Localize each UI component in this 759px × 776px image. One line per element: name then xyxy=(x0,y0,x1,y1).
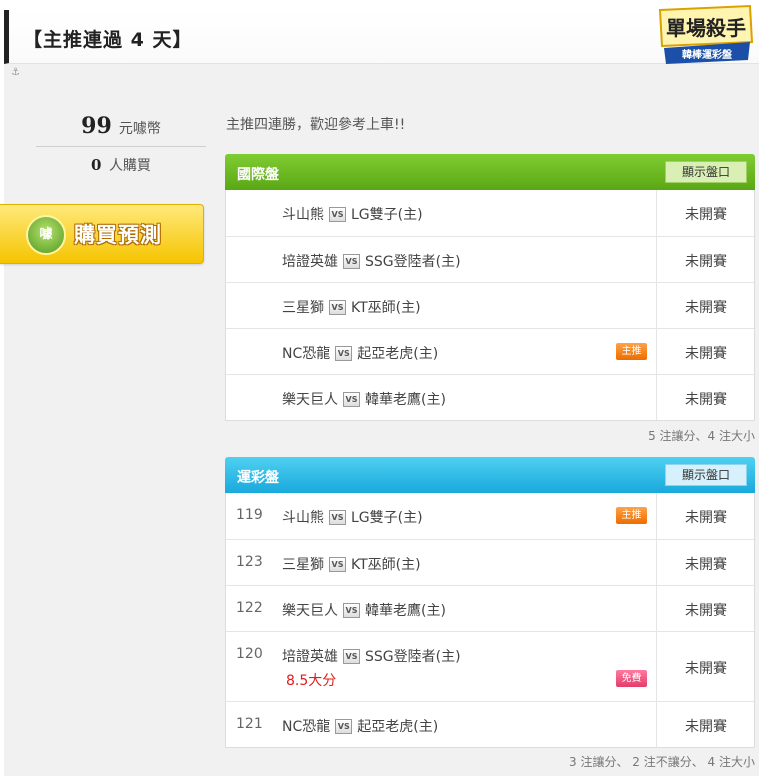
show-odds-button[interactable]: 顯示盤口 xyxy=(665,464,747,486)
vs-icon: VS xyxy=(343,392,360,407)
handicap-pick: 8.5大分 xyxy=(286,673,337,689)
buyer-count-value: 0 xyxy=(91,156,102,174)
away-team: 樂天巨人 xyxy=(282,392,338,408)
panel-header: 國際盤 顯示盤口 xyxy=(225,154,755,190)
home-team: SSG登陸者(主) xyxy=(365,649,461,665)
match-status: 未開賽 xyxy=(685,207,727,223)
international-summary: 5 注讓分、4 注大小 xyxy=(648,429,755,443)
prediction-intro: 主推四連勝，歡迎參考上車!! xyxy=(226,117,406,133)
main-pick-badge: 主推 xyxy=(616,507,647,524)
match-row: 119 斗山熊 VS LG雙子(主) 主推 未開賽 xyxy=(226,493,754,539)
price: 99 元噱幣 xyxy=(36,113,206,139)
away-team: 三星獅 xyxy=(282,557,324,573)
vs-icon: VS xyxy=(329,207,346,222)
page-title: 【主推連過 4 天】 xyxy=(23,29,193,51)
matchup: NC恐龍 VS 起亞老虎(主) xyxy=(282,716,438,736)
vs-icon: VS xyxy=(329,510,346,525)
sports-lottery-summary: 3 注讓分、 2 注不讓分、 4 注大小 xyxy=(569,755,755,769)
vs-icon: VS xyxy=(343,603,360,618)
international-odds-panel: 國際盤 顯示盤口 斗山熊 VS LG雙子(主) 未開賽 培證英雄 VS SSG登陸者(主… xyxy=(225,154,755,421)
vs-icon: VS xyxy=(329,300,346,315)
match-row: 120 培證英雄 VS SSG登陸者(主) 8.5大分 免費 未開賽 xyxy=(226,631,754,701)
matchup: 三星獅 VS KT巫師(主) xyxy=(282,554,421,574)
match-row: 三星獅 VS KT巫師(主) 未開賽 xyxy=(226,282,754,328)
match-status: 未開賽 xyxy=(685,346,727,362)
match-status: 未開賽 xyxy=(685,510,727,526)
match-row: 121 NC恐龍 VS 起亞老虎(主) 未開賽 xyxy=(226,701,754,747)
buy-prediction-label: 購買預測 xyxy=(74,223,162,247)
page-header: 【主推連過 4 天】 單場殺手 韓棒運彩盤 xyxy=(0,0,759,66)
price-unit: 元噱幣 xyxy=(118,121,161,137)
match-status: 未開賽 xyxy=(685,392,727,408)
home-team: 韓華老鷹(主) xyxy=(365,603,446,619)
match-list: 119 斗山熊 VS LG雙子(主) 主推 未開賽 123 三星獅 VS KT巫師(主)… xyxy=(225,493,755,748)
match-row: NC恐龍 VS 起亞老虎(主) 主推 未開賽 xyxy=(226,328,754,374)
sports-lottery-panel: 運彩盤 顯示盤口 119 斗山熊 VS LG雙子(主) 主推 未開賽 123 三星獅… xyxy=(225,457,755,748)
matchup: 樂天巨人 VS 韓華老鷹(主) xyxy=(282,600,446,620)
home-team: LG雙子(主) xyxy=(351,510,423,526)
match-number: 121 xyxy=(236,716,263,732)
buyer-count: 0 人購買 xyxy=(36,155,206,175)
price-value: 99 xyxy=(81,113,112,139)
away-team: NC恐龍 xyxy=(282,346,331,362)
home-team: 起亞老虎(主) xyxy=(357,719,439,735)
coin-icon: 噱 xyxy=(26,215,66,255)
buyer-count-unit: 人購買 xyxy=(108,158,151,174)
matchup: 培證英雄 VS SSG登陸者(主) xyxy=(282,251,461,271)
title-bar: 【主推連過 4 天】 xyxy=(4,10,759,64)
vs-icon: VS xyxy=(335,719,353,734)
vs-icon: VS xyxy=(343,254,360,269)
matchup: 斗山熊 VS LG雙子(主) xyxy=(282,507,423,527)
vs-icon: VS xyxy=(335,346,353,361)
home-team: LG雙子(主) xyxy=(351,207,423,223)
vs-icon: VS xyxy=(343,649,360,664)
anchor-icon[interactable]: ⚓ xyxy=(11,67,20,78)
away-team: 三星獅 xyxy=(282,300,324,316)
home-team: KT巫師(主) xyxy=(351,300,421,316)
free-badge: 免費 xyxy=(616,670,647,687)
svg-text:韓棒運彩盤: 韓棒運彩盤 xyxy=(682,48,733,61)
buy-prediction-button[interactable]: 噱 購買預測 xyxy=(0,204,204,264)
away-team: 培證英雄 xyxy=(282,649,338,665)
away-team: 斗山熊 xyxy=(282,207,324,223)
match-number: 119 xyxy=(236,507,263,523)
matchup: NC恐龍 VS 起亞老虎(主) xyxy=(282,343,438,363)
main-pick-badge: 主推 xyxy=(616,343,647,360)
match-row: 123 三星獅 VS KT巫師(主) 未開賽 xyxy=(226,539,754,585)
match-row: 樂天巨人 VS 韓華老鷹(主) 未開賽 xyxy=(226,374,754,420)
match-list: 斗山熊 VS LG雙子(主) 未開賽 培證英雄 VS SSG登陸者(主) 未開賽 三星獅… xyxy=(225,190,755,421)
match-row: 培證英雄 VS SSG登陸者(主) 未開賽 xyxy=(226,236,754,282)
away-team: 樂天巨人 xyxy=(282,603,338,619)
match-status: 未開賽 xyxy=(685,661,727,677)
match-number: 122 xyxy=(236,600,263,616)
match-number: 123 xyxy=(236,554,263,570)
matchup: 樂天巨人 VS 韓華老鷹(主) xyxy=(282,389,446,409)
home-team: 韓華老鷹(主) xyxy=(365,392,446,408)
match-row: 122 樂天巨人 VS 韓華老鷹(主) 未開賽 xyxy=(226,585,754,631)
match-status: 未開賽 xyxy=(685,254,727,270)
home-team: KT巫師(主) xyxy=(351,557,421,573)
divider xyxy=(36,146,206,147)
matchup: 斗山熊 VS LG雙子(主) xyxy=(282,204,423,224)
home-team: SSG登陸者(主) xyxy=(365,254,461,270)
home-team: 起亞老虎(主) xyxy=(357,346,439,362)
away-team: 斗山熊 xyxy=(282,510,324,526)
match-number: 120 xyxy=(236,646,263,662)
panel-title: 國際盤 xyxy=(237,167,279,183)
panel-header: 運彩盤 顯示盤口 xyxy=(225,457,755,493)
vs-icon: VS xyxy=(329,557,346,572)
matchup: 三星獅 VS KT巫師(主) xyxy=(282,297,421,317)
panel-title: 運彩盤 xyxy=(237,470,279,486)
matchup: 培證英雄 VS SSG登陸者(主) xyxy=(282,646,461,666)
match-status: 未開賽 xyxy=(685,300,727,316)
match-status: 未開賽 xyxy=(685,719,727,735)
match-status: 未開賽 xyxy=(685,603,727,619)
match-row: 斗山熊 VS LG雙子(主) 未開賽 xyxy=(226,190,754,236)
away-team: NC恐龍 xyxy=(282,719,331,735)
match-status: 未開賽 xyxy=(685,557,727,573)
show-odds-button[interactable]: 顯示盤口 xyxy=(665,161,747,183)
svg-text:單場殺手: 單場殺手 xyxy=(666,16,746,40)
away-team: 培證英雄 xyxy=(282,254,338,270)
